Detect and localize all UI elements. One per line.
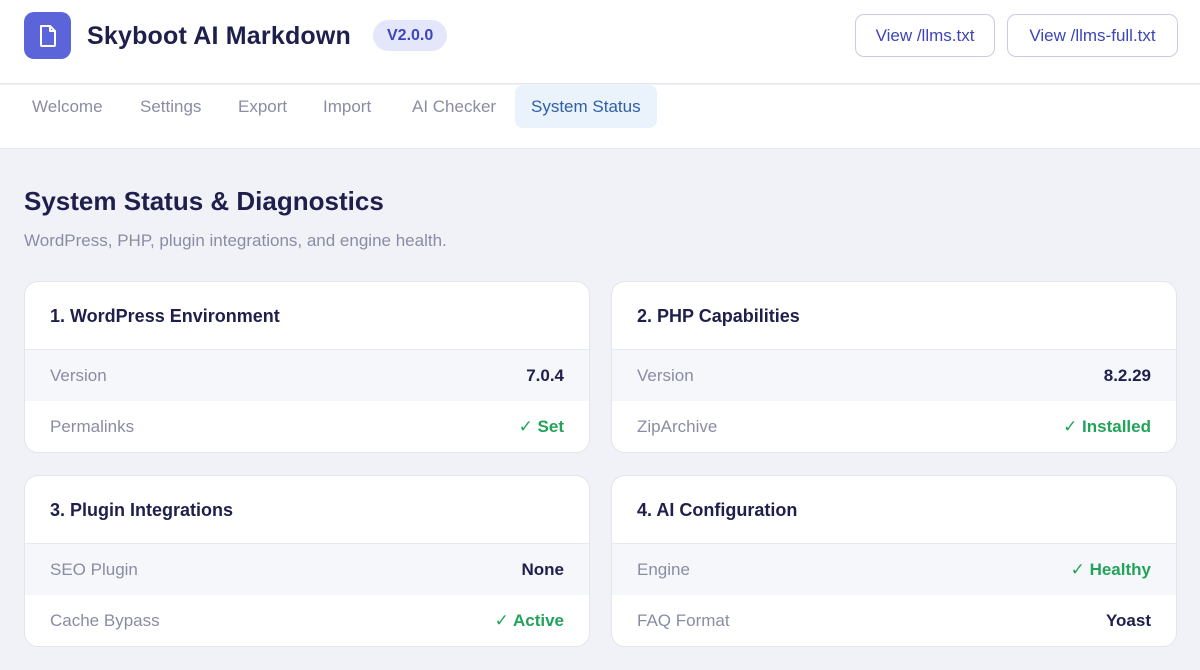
- status-row: FAQ Format Yoast: [612, 595, 1176, 646]
- row-value: 8.2.29: [1103, 365, 1151, 385]
- page-title: System Status & Diagnostics: [24, 186, 384, 216]
- card-title: 1. WordPress Environment: [25, 282, 589, 350]
- app-title: Skyboot AI Markdown: [87, 22, 352, 50]
- document-icon: [24, 12, 71, 59]
- status-row: Engine ✓ Healthy: [612, 544, 1176, 595]
- status-row: ZipArchive ✓ Installed: [612, 401, 1176, 452]
- tab-bar: Welcome Settings Export Import AI Checke…: [0, 85, 1200, 149]
- row-label: Version: [50, 365, 107, 385]
- row-label: Version: [637, 365, 694, 385]
- status-badge: ✓ Installed: [1063, 416, 1151, 436]
- view-llms-full-button[interactable]: View /llms-full.txt: [1007, 14, 1178, 57]
- card-ai-configuration: 4. AI Configuration Engine ✓ Healthy FAQ…: [611, 475, 1177, 647]
- row-label: Engine: [637, 559, 690, 579]
- status-row: Permalinks ✓ Set: [25, 401, 589, 452]
- row-label: Cache Bypass: [50, 610, 160, 630]
- row-value: None: [521, 559, 565, 579]
- row-label: SEO Plugin: [50, 559, 138, 579]
- view-llms-button[interactable]: View /llms.txt: [855, 14, 995, 57]
- card-php-capabilities: 2. PHP Capabilities Version 8.2.29 ZipAr…: [611, 281, 1177, 453]
- tab-system-status[interactable]: System Status: [515, 85, 657, 128]
- card-title: 4. AI Configuration: [612, 476, 1176, 544]
- row-label: FAQ Format: [637, 610, 730, 630]
- status-badge: ✓ Set: [518, 416, 564, 436]
- status-row: Version 8.2.29: [612, 350, 1176, 401]
- status-row: SEO Plugin None: [25, 544, 589, 595]
- row-value: 7.0.4: [526, 365, 564, 385]
- row-label: Permalinks: [50, 416, 135, 436]
- card-wordpress-environment: 1. WordPress Environment Version 7.0.4 P…: [24, 281, 590, 453]
- version-badge: V2.0.0: [373, 20, 448, 51]
- row-value: Yoast: [1105, 610, 1151, 630]
- status-badge: ✓ Healthy: [1070, 559, 1151, 579]
- tab-ai-checker[interactable]: AI Checker: [412, 85, 496, 128]
- app-header: Skyboot AI Markdown V2.0.0 View /llms.tx…: [0, 0, 1200, 84]
- card-title: 2. PHP Capabilities: [612, 282, 1176, 350]
- row-label: ZipArchive: [637, 416, 718, 436]
- card-title: 3. Plugin Integrations: [25, 476, 589, 544]
- status-row: Cache Bypass ✓ Active: [25, 595, 589, 646]
- tab-export[interactable]: Export: [238, 85, 287, 128]
- tab-import[interactable]: Import: [323, 85, 371, 128]
- page-subtitle: WordPress, PHP, plugin integrations, and…: [24, 231, 447, 250]
- status-badge: ✓ Active: [494, 610, 564, 630]
- status-row: Version 7.0.4: [25, 350, 589, 401]
- card-plugin-integrations: 3. Plugin Integrations SEO Plugin None C…: [24, 475, 590, 647]
- tab-settings[interactable]: Settings: [140, 85, 201, 128]
- tab-welcome[interactable]: Welcome: [32, 85, 103, 128]
